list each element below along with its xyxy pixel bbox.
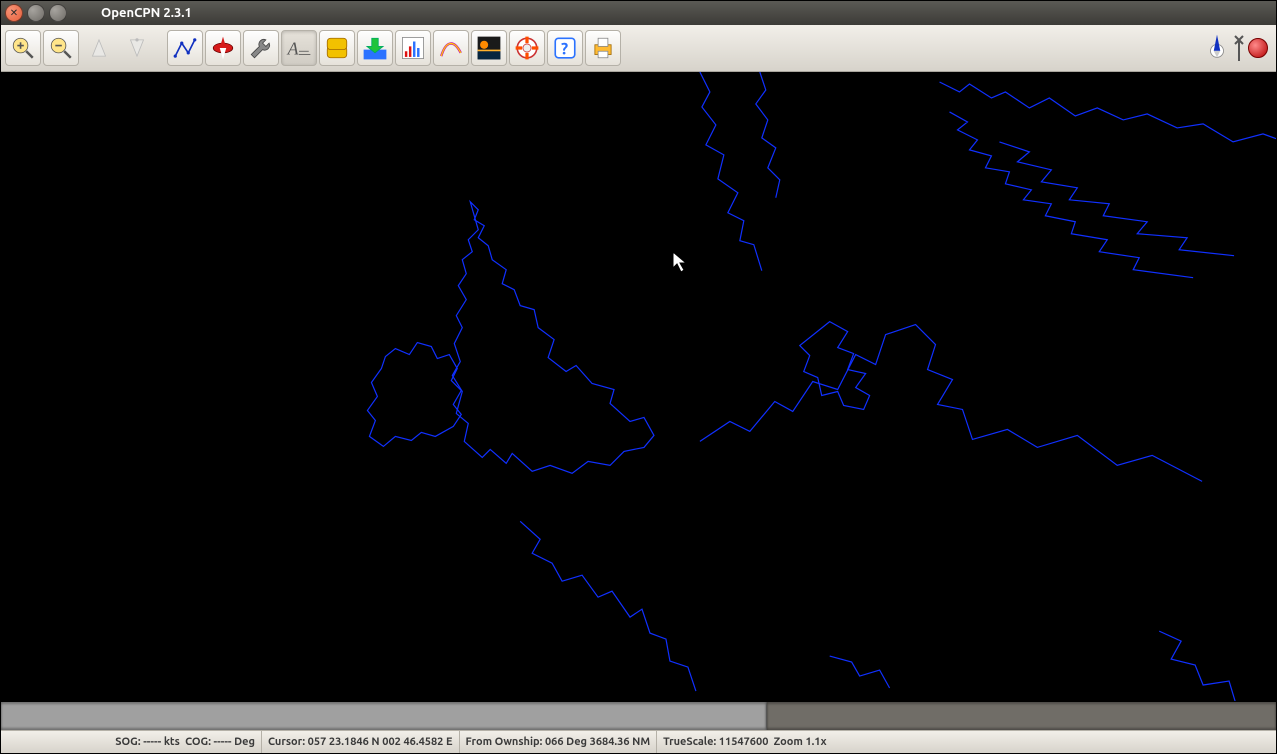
scale-down-button[interactable] — [119, 30, 155, 66]
show-currents-button[interactable] — [357, 30, 393, 66]
titlebar[interactable]: ✕ OpenCPN 2.3.1 — [1, 1, 1276, 25]
coastline-overlay — [1, 72, 1276, 701]
status-bar: SOG: ----- kts COG: ----- Deg Cursor: 05… — [1, 730, 1276, 753]
compass-icon — [210, 35, 236, 61]
chart-bar[interactable] — [1, 701, 1276, 730]
gps-antenna-icon — [1234, 35, 1244, 61]
window-minimize-button[interactable] — [27, 4, 45, 22]
create-route-button[interactable] — [167, 30, 203, 66]
status-sog-cog: SOG: ----- kts COG: ----- Deg — [1, 731, 262, 753]
ais-button[interactable] — [319, 30, 355, 66]
zoom-out-button[interactable] — [43, 30, 79, 66]
zoom-out-icon — [48, 35, 74, 61]
color-scheme-button[interactable] — [471, 30, 507, 66]
scale-up-button[interactable] — [81, 30, 117, 66]
print-button[interactable] — [585, 30, 621, 66]
print-icon — [590, 35, 616, 61]
scale-down-icon — [124, 35, 150, 61]
show-enc-text-button[interactable]: A — [281, 30, 317, 66]
track-icon — [438, 35, 464, 61]
svg-text:?: ? — [561, 41, 568, 59]
window-maximize-button[interactable] — [49, 4, 67, 22]
status-cursor: Cursor: 057 23.1846 N 002 46.4582 E — [262, 731, 460, 753]
compass-north-icon — [1204, 33, 1230, 63]
tide-graph-icon — [400, 35, 426, 61]
auto-follow-button[interactable] — [205, 30, 241, 66]
ais-icon — [324, 35, 350, 61]
status-from-ownship: From Ownship: 066 Deg 3684.36 NM — [460, 731, 658, 753]
scale-up-icon — [86, 35, 112, 61]
wrench-icon — [248, 35, 274, 61]
app-window: ✕ OpenCPN 2.3.1 — [0, 0, 1277, 754]
color-scheme-icon — [476, 35, 502, 61]
zoom-in-icon — [10, 35, 36, 61]
chart-bar-segment-active[interactable] — [1, 702, 767, 730]
window-close-button[interactable]: ✕ — [5, 4, 23, 22]
mob-button[interactable] — [509, 30, 545, 66]
gps-status-dot — [1248, 38, 1268, 58]
svg-text:A: A — [287, 39, 299, 59]
chart-canvas[interactable] — [1, 72, 1276, 701]
current-icon — [362, 35, 388, 61]
lifering-icon — [514, 35, 540, 61]
help-button[interactable]: ? — [547, 30, 583, 66]
zoom-in-button[interactable] — [5, 30, 41, 66]
show-tides-button[interactable] — [395, 30, 431, 66]
chart-bar-segment[interactable] — [767, 702, 1276, 730]
text-icon: A — [286, 35, 312, 61]
help-icon: ? — [552, 35, 578, 61]
toolbox-button[interactable] — [243, 30, 279, 66]
window-title: OpenCPN 2.3.1 — [101, 6, 192, 20]
gps-status-panel — [1204, 33, 1272, 63]
toolbar: A — [1, 25, 1276, 72]
route-icon — [172, 35, 198, 61]
status-scale: TrueScale: 11547600 Zoom 1.1x — [657, 731, 832, 753]
toggle-tracking-button[interactable] — [433, 30, 469, 66]
